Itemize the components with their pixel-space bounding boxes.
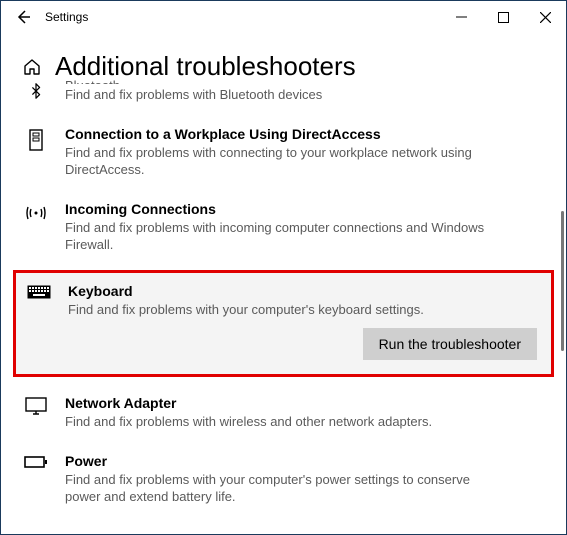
keyboard-icon — [27, 285, 51, 301]
troubleshooter-item-incoming[interactable]: Incoming Connections Find and fix proble… — [1, 189, 566, 264]
item-title: Connection to a Workplace Using DirectAc… — [65, 126, 544, 142]
item-title: Power — [65, 453, 544, 469]
item-title: Keyboard — [68, 283, 541, 299]
troubleshooter-list: Bluetooth Find and fix problems with Blu… — [1, 80, 566, 526]
monitor-icon — [25, 397, 47, 417]
run-troubleshooter-button[interactable]: Run the troubleshooter — [363, 328, 537, 360]
troubleshooter-item-power[interactable]: Power Find and fix problems with your co… — [1, 441, 566, 516]
item-description: Find and fix problems with incoming comp… — [65, 219, 485, 254]
troubleshooter-item-network[interactable]: Network Adapter Find and fix problems wi… — [1, 383, 566, 441]
item-description: Find and fix problems with Bluetooth dev… — [65, 86, 485, 104]
home-icon[interactable] — [21, 56, 43, 78]
troubleshooter-item-bluetooth[interactable]: Bluetooth Find and fix problems with Blu… — [1, 80, 566, 114]
close-button[interactable] — [524, 1, 566, 33]
item-title: Bluetooth — [65, 78, 544, 84]
arrow-left-icon — [15, 9, 31, 25]
window-title: Settings — [45, 10, 88, 24]
back-button[interactable] — [11, 5, 35, 29]
titlebar: Settings — [1, 1, 566, 33]
item-description: Find and fix problems with your computer… — [68, 301, 488, 319]
minimize-icon — [456, 12, 467, 23]
troubleshooter-item-keyboard-selected[interactable]: Keyboard Find and fix problems with your… — [13, 270, 554, 378]
troubleshooter-item-directaccess[interactable]: Connection to a Workplace Using DirectAc… — [1, 114, 566, 189]
workplace-icon — [27, 128, 45, 152]
minimize-button[interactable] — [440, 1, 482, 33]
maximize-button[interactable] — [482, 1, 524, 33]
bluetooth-icon — [27, 82, 45, 100]
close-icon — [540, 12, 551, 23]
maximize-icon — [498, 12, 509, 23]
item-description: Find and fix problems with wireless and … — [65, 413, 485, 431]
item-title: Incoming Connections — [65, 201, 544, 217]
window-controls — [440, 1, 566, 33]
scrollbar[interactable] — [561, 211, 564, 351]
item-title: Network Adapter — [65, 395, 544, 411]
battery-icon — [24, 455, 48, 469]
signal-icon — [25, 203, 47, 223]
item-description: Find and fix problems with your computer… — [65, 471, 485, 506]
item-description: Find and fix problems with connecting to… — [65, 144, 485, 179]
